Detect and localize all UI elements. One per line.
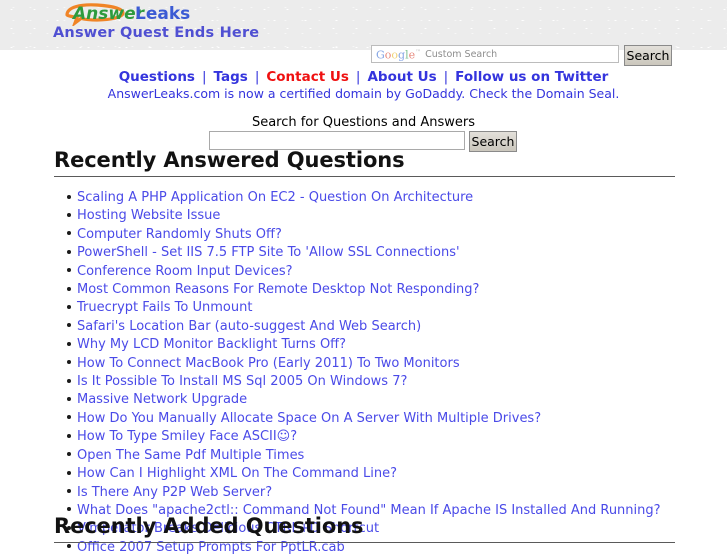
answerleaks-logo-icon: Answer Leaks <box>65 3 190 26</box>
list-item: How To Connect MacBook Pro (Early 2011) … <box>54 354 675 372</box>
list-item: Computer Randomly Shuts Off? <box>54 225 675 243</box>
nav-item-contact-us[interactable]: Contact Us <box>266 69 349 85</box>
question-link[interactable]: Open The Same Pdf Multiple Times <box>77 448 304 463</box>
question-link[interactable]: Hosting Website Issue <box>77 208 220 223</box>
question-link[interactable]: How Can I Highlight XML On The Command L… <box>77 466 397 481</box>
list-item: Why My LCD Monitor Backlight Turns Off? <box>54 335 675 353</box>
question-link[interactable]: Is It Possible To Install MS Sql 2005 On… <box>77 374 407 389</box>
list-item: Truecrypt Fails To Unmount <box>54 298 675 316</box>
google-custom-search: Google™ Custom Search Search <box>371 45 672 66</box>
question-link[interactable]: How To Type Smiley Face ASCII☺? <box>77 429 297 444</box>
nav-item-follow-us-on-twitter[interactable]: Follow us on Twitter <box>455 69 608 85</box>
trademark-symbol: ™ <box>415 49 422 57</box>
question-link[interactable]: Why My LCD Monitor Backlight Turns Off? <box>77 337 346 352</box>
site-logo[interactable]: Answer Leaks <box>57 2 237 26</box>
section-recently-answered: Recently Answered Questions Scaling A PH… <box>0 147 727 556</box>
question-link[interactable]: Massive Network Upgrade <box>77 392 247 407</box>
list-item: How Do You Manually Allocate Space On A … <box>54 409 675 427</box>
nav-item-about-us[interactable]: About Us <box>367 69 436 85</box>
domain-notice: AnswerLeaks.com is now a certified domai… <box>107 86 620 101</box>
list-item: How Can I Highlight XML On The Command L… <box>54 464 675 482</box>
question-link[interactable]: Is There Any P2P Web Server? <box>77 485 272 500</box>
page-title: Recently Answered Questions <box>54 148 405 172</box>
question-link[interactable]: Conference Room Input Devices? <box>77 264 293 279</box>
site-tagline: Answer Quest Ends Here <box>53 25 260 41</box>
nav-separator: | <box>201 69 207 85</box>
recently-answered-question-list: Scaling A PHP Application On EC2 - Quest… <box>54 188 675 556</box>
section-divider <box>54 176 675 177</box>
list-item: Most Common Reasons For Remote Desktop N… <box>54 280 675 298</box>
list-item: Is There Any P2P Web Server? <box>54 483 675 501</box>
gcse-search-input[interactable]: Google™ Custom Search <box>371 45 619 63</box>
list-item: Is It Possible To Install MS Sql 2005 On… <box>54 372 675 390</box>
nav-separator: | <box>355 69 361 85</box>
gcse-placeholder-text: Custom Search <box>425 48 498 60</box>
svg-text:Leaks: Leaks <box>135 4 190 24</box>
question-link[interactable]: How To Connect MacBook Pro (Early 2011) … <box>77 356 460 371</box>
question-link[interactable]: PowerShell - Set IIS 7.5 FTP Site To 'Al… <box>77 245 460 260</box>
main-navigation: Questions | Tags | Contact Us | About Us | Follo… <box>0 69 727 85</box>
question-link[interactable]: How Do You Manually Allocate Space On A … <box>77 411 541 426</box>
question-link[interactable]: Most Common Reasons For Remote Desktop N… <box>77 282 479 297</box>
list-item: Open The Same Pdf Multiple Times <box>54 446 675 464</box>
nav-separator: | <box>254 69 260 85</box>
list-item: Massive Network Upgrade <box>54 390 675 408</box>
list-item: How To Type Smiley Face ASCII☺? <box>54 427 675 445</box>
section-title-recently-added: Recently Added Questions <box>54 514 364 538</box>
question-link[interactable]: Safari's Location Bar (auto-suggest And … <box>77 319 421 334</box>
question-link[interactable]: Truecrypt Fails To Unmount <box>77 300 252 315</box>
site-search-label: Search for Questions and Answers <box>251 115 476 130</box>
question-link[interactable]: Computer Randomly Shuts Off? <box>77 227 282 242</box>
section-divider <box>54 542 675 543</box>
list-item: Hosting Website Issue <box>54 206 675 224</box>
list-item: PowerShell - Set IIS 7.5 FTP Site To 'Al… <box>54 243 675 261</box>
question-link[interactable]: Scaling A PHP Application On EC2 - Quest… <box>77 190 473 205</box>
list-item: Safari's Location Bar (auto-suggest And … <box>54 317 675 335</box>
nav-item-questions[interactable]: Questions <box>119 69 195 85</box>
gcse-search-button[interactable]: Search <box>624 45 672 66</box>
section-recently-added: Recently Added Questions <box>0 513 727 554</box>
nav-separator: | <box>443 69 449 85</box>
list-item: Scaling A PHP Application On EC2 - Quest… <box>54 188 675 206</box>
google-wordmark: Google™ <box>376 48 422 62</box>
nav-item-tags[interactable]: Tags <box>214 69 248 85</box>
list-item: Conference Room Input Devices? <box>54 262 675 280</box>
